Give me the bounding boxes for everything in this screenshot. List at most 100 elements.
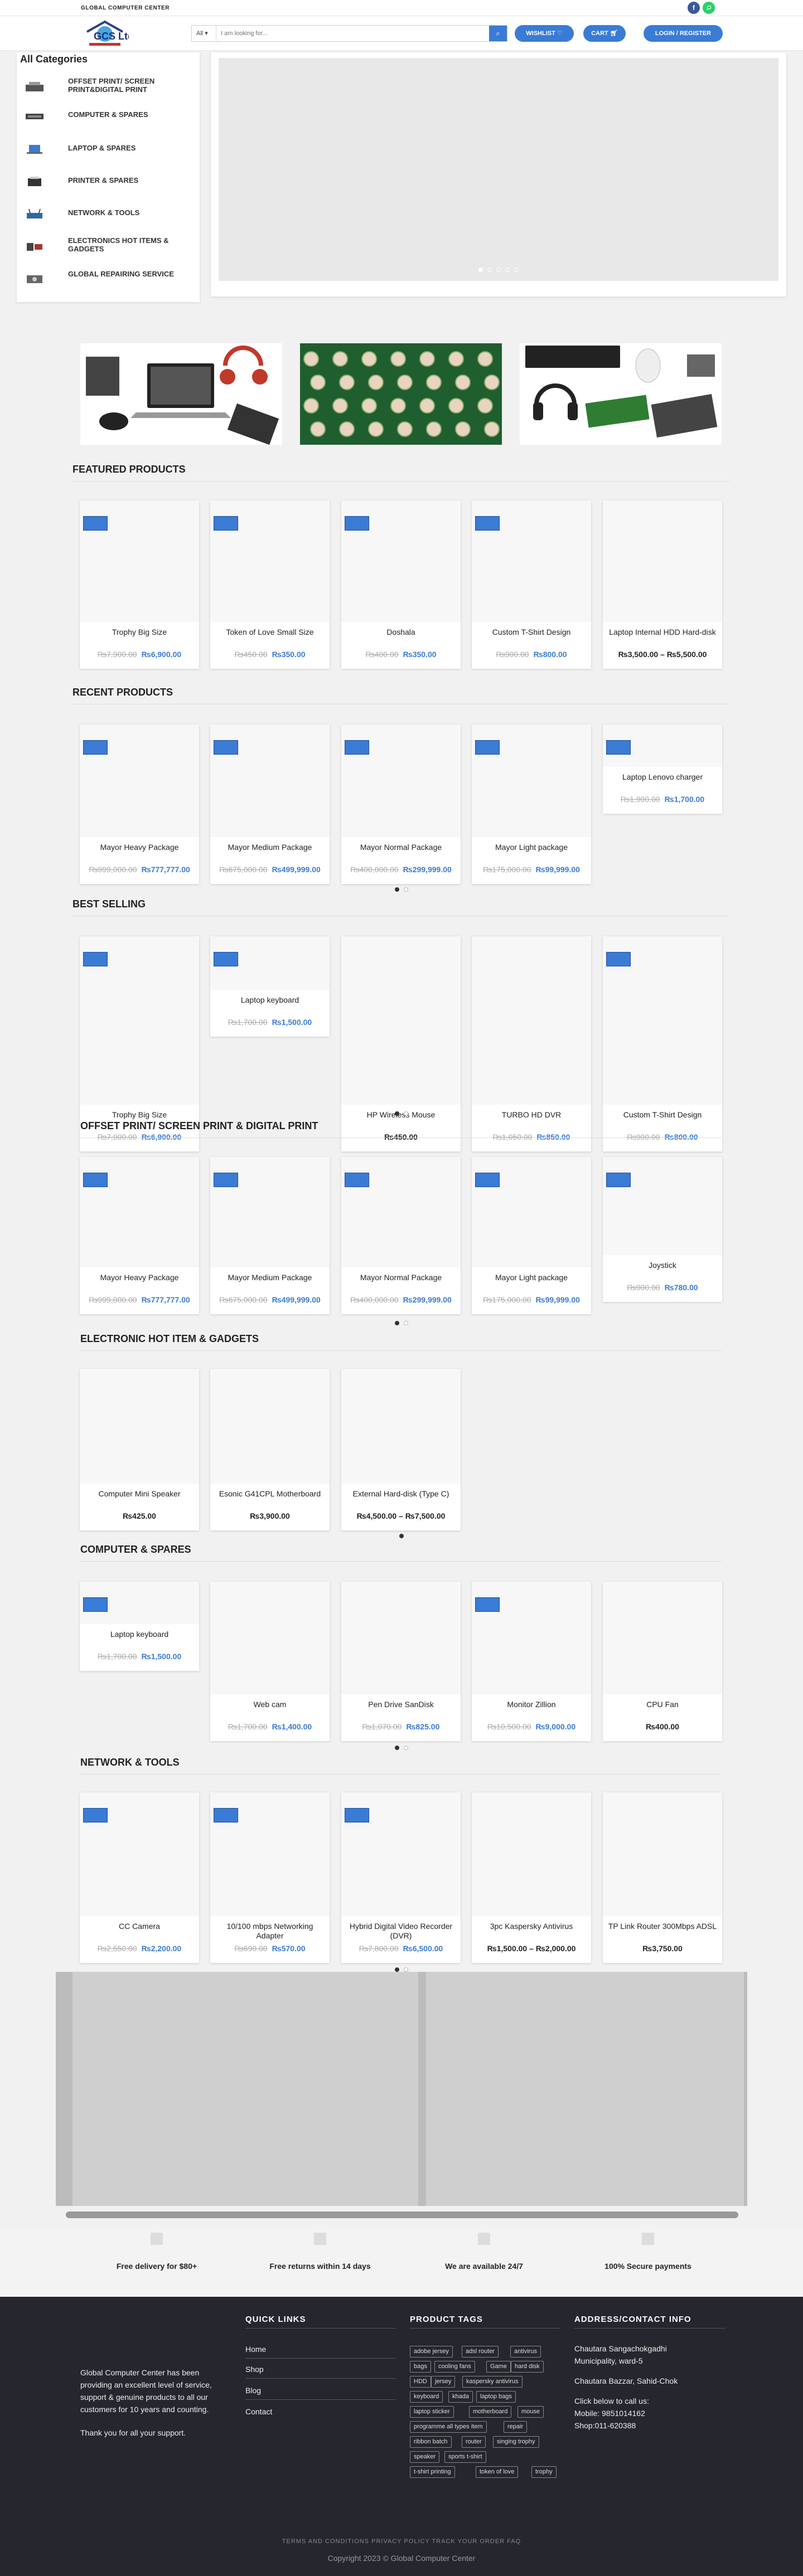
product-tag[interactable]: t-shirt printing	[410, 2466, 455, 2478]
product-tag[interactable]: speaker	[410, 2451, 440, 2463]
product-card[interactable]: Mayor Medium Package ₨675,000.00 ₨499,999.…	[210, 725, 330, 884]
product-tag[interactable]: adsl router	[462, 2346, 499, 2358]
phone-link[interactable]: Shop:011-620388	[574, 2419, 731, 2432]
product-image[interactable]	[341, 1582, 461, 1694]
product-tag[interactable]: hard disk	[511, 2361, 544, 2373]
product-name[interactable]: Joystick	[607, 1261, 718, 1270]
product-tag[interactable]: laptop sticker	[410, 2406, 454, 2418]
footer-link-contact[interactable]: Contact	[245, 2407, 272, 2416]
product-name[interactable]: Mayor Light package	[476, 1273, 587, 1282]
product-name[interactable]: Mayor Normal Package	[346, 1273, 456, 1282]
carousel-dot[interactable]	[395, 1967, 399, 1972]
sidebar-item-network[interactable]: NETWORK & TOOLS	[23, 198, 196, 227]
product-tag[interactable]: sports t-shirt	[444, 2451, 486, 2463]
carousel-dot[interactable]	[404, 887, 408, 892]
product-name[interactable]: Pen Drive SanDisk	[346, 1700, 456, 1709]
product-card[interactable]: Mayor Heavy Package ₨999,000.00 ₨777,777.0…	[80, 1157, 199, 1314]
product-name[interactable]: CPU Fan	[607, 1700, 718, 1709]
product-card[interactable]: Laptop Lenovo charger ₨1,900.00 ₨1,700.00	[603, 725, 722, 814]
product-card[interactable]: Mayor Heavy Package ₨999,000.00 ₨777,777.0…	[80, 725, 199, 884]
product-card[interactable]: Esonic G41CPL Motherboard ₨3,900.00	[210, 1369, 330, 1530]
product-card[interactable]: Monitor Zillion ₨10,500.00 ₨9,000.00	[472, 1582, 591, 1741]
product-name[interactable]: Laptop keyboard	[215, 995, 325, 1005]
slider-dot[interactable]	[505, 268, 510, 272]
carousel-dot[interactable]	[404, 1321, 408, 1325]
product-name[interactable]: Laptop Lenovo charger	[607, 772, 718, 782]
product-name[interactable]: 3pc Kaspersky Antivirus	[476, 1922, 587, 1931]
product-name[interactable]: Trophy Big Size	[84, 628, 195, 637]
product-card[interactable]: CC Camera ₨2,550.00 ₨2,200.00	[80, 1792, 199, 1963]
product-tag[interactable]: jersey	[431, 2376, 456, 2388]
product-tag[interactable]: kaspersky antivirus	[462, 2376, 523, 2388]
product-name[interactable]: CC Camera	[84, 1922, 195, 1931]
product-image[interactable]	[603, 500, 722, 622]
promo-banner-badges[interactable]	[300, 343, 502, 445]
carousel-dot[interactable]	[399, 1534, 404, 1538]
product-tag[interactable]: trophy	[531, 2466, 557, 2478]
sidebar-item-repairing[interactable]: GLOBAL REPAIRING SERVICE	[23, 263, 196, 292]
product-image[interactable]	[80, 1369, 199, 1484]
product-tag[interactable]: ribbon batch	[410, 2436, 452, 2448]
product-name[interactable]: Doshala	[346, 628, 456, 637]
promo-image[interactable]	[72, 1972, 418, 2206]
facebook-icon[interactable]: f	[688, 2, 700, 14]
product-card[interactable]: Mayor Normal Package ₨400,000.00 ₨299,999.…	[341, 725, 461, 884]
product-name[interactable]: Mayor Normal Package	[346, 843, 456, 852]
product-card[interactable]: Joystick ₨900.00 ₨780.00	[603, 1157, 722, 1302]
sidebar-item-electronics[interactable]: ELECTRONICS HOT ITEMS & GADGETS	[23, 231, 196, 260]
product-card[interactable]: Pen Drive SanDisk ₨1,070.00 ₨825.00	[341, 1582, 461, 1741]
cart-button[interactable]: CART 🛒︎	[583, 25, 626, 42]
product-name[interactable]: TP Link Router 300Mbps ADSL	[607, 1922, 718, 1931]
product-image[interactable]	[341, 936, 461, 1105]
login-register-button[interactable]: LOGIN / REGISTER	[644, 25, 723, 42]
product-name[interactable]: Mayor Heavy Package	[84, 843, 195, 852]
product-card[interactable]: Custom T-Shirt Design ₨900.00 ₨800.00	[472, 500, 591, 669]
product-tag[interactable]: singing trophy	[493, 2436, 539, 2448]
carousel-dot[interactable]	[404, 1111, 408, 1116]
footer-bottom-links[interactable]: TERMS AND CONDITIONS PRIVACY POLICY TRAC…	[0, 2538, 803, 2545]
carousel-dot[interactable]	[395, 1321, 399, 1325]
product-card[interactable]: Token of Love Small Size ₨450.00 ₨350.00	[210, 500, 330, 669]
phone-link[interactable]: Mobile: 9851014162	[574, 2407, 731, 2419]
product-name[interactable]: Monitor Zillion	[476, 1700, 587, 1709]
product-name[interactable]: 10/100 mbps Networking Adapter	[215, 1922, 325, 1941]
product-name[interactable]: Custom T-Shirt Design	[476, 628, 587, 637]
product-card[interactable]: Laptop keyboard ₨1,700.00 ₨1,500.00	[80, 1582, 199, 1671]
site-logo[interactable]: GCS Ltd	[81, 20, 134, 47]
product-image[interactable]	[603, 1792, 722, 1916]
product-name[interactable]: Mayor Medium Package	[215, 843, 325, 852]
product-tag[interactable]: mouse	[517, 2406, 544, 2418]
horizontal-scrollbar[interactable]	[66, 2212, 738, 2218]
product-name[interactable]: Computer Mini Speaker	[84, 1489, 195, 1499]
sidebar-item-laptop[interactable]: LAPTOP & SPARES	[23, 134, 196, 163]
product-image[interactable]	[603, 1157, 722, 1255]
promo-image-grid[interactable]	[56, 1972, 747, 2206]
product-name[interactable]: Web cam	[215, 1700, 325, 1709]
product-name[interactable]: Esonic G41CPL Motherboard	[215, 1489, 325, 1499]
slider-dot[interactable]	[496, 268, 501, 272]
product-card[interactable]: Laptop keyboard ₨1,700.00 ₨1,500.00	[210, 936, 330, 1037]
sidebar-item-offset-print[interactable]: OFFSET PRINT/ SCREEN PRINT&DIGITAL PRINT	[23, 71, 196, 100]
product-name[interactable]: Mayor Light package	[476, 843, 587, 852]
search-input[interactable]	[221, 28, 483, 39]
product-tag[interactable]: repair	[504, 2421, 528, 2433]
product-name[interactable]: Laptop keyboard	[84, 1630, 195, 1639]
slider-dot[interactable]	[487, 268, 492, 272]
carousel-dot[interactable]	[404, 1967, 408, 1972]
product-card[interactable]: CPU Fan ₨400.00	[603, 1582, 722, 1741]
product-tag[interactable]: programme all types item	[410, 2421, 487, 2433]
carousel-dot[interactable]	[395, 887, 399, 892]
product-tag[interactable]: antivirus	[510, 2346, 541, 2358]
product-tag[interactable]: Game	[486, 2361, 511, 2373]
product-tag[interactable]: bags	[410, 2361, 431, 2373]
product-tag[interactable]: token of love	[476, 2466, 519, 2478]
product-tag[interactable]: motherboard	[469, 2406, 512, 2418]
product-name[interactable]: Hybrid Digital Video Recorder (DVR)	[346, 1922, 456, 1941]
product-card[interactable]: 10/100 mbps Networking Adapter ₨690.00 ₨57…	[210, 1792, 330, 1963]
carousel-dot[interactable]	[395, 1111, 399, 1116]
slider-dot[interactable]	[478, 268, 483, 272]
footer-link-shop[interactable]: Shop	[245, 2365, 264, 2374]
sidebar-item-printer[interactable]: PRINTER & SPARES	[23, 166, 196, 195]
product-tag[interactable]: khada	[448, 2391, 473, 2403]
product-card[interactable]: Laptop Internal HDD Hard-disk ₨3,500.00 –…	[603, 500, 722, 669]
